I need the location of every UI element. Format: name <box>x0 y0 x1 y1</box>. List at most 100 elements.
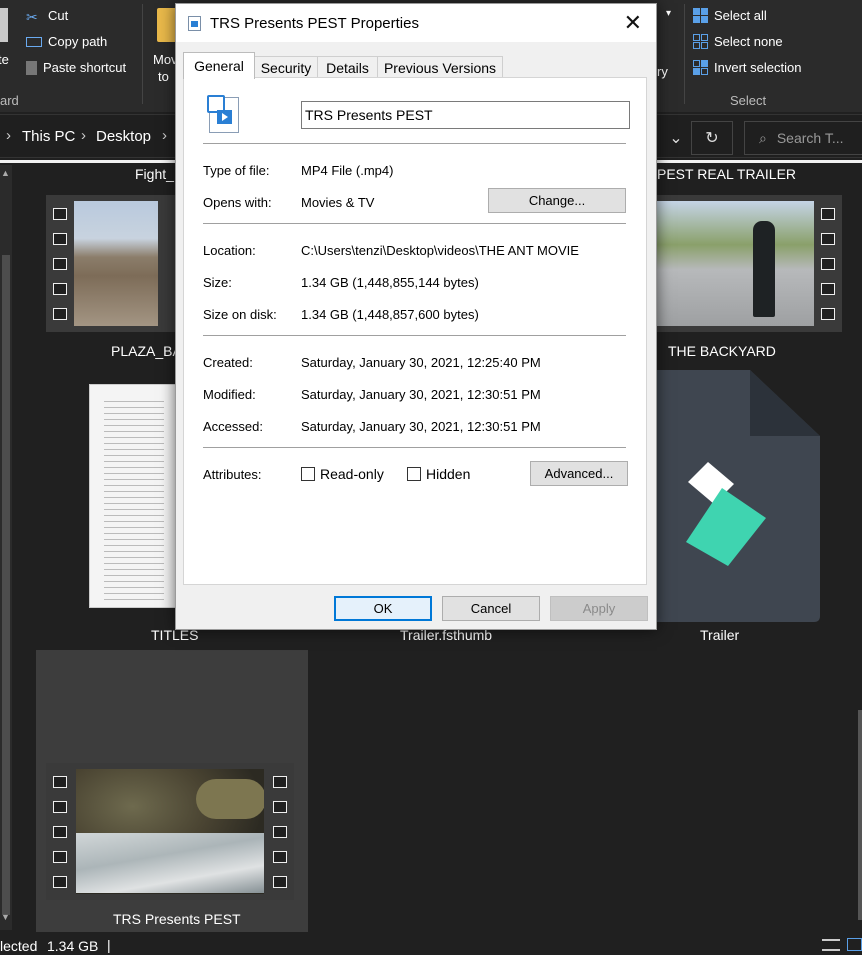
accessed-label: Accessed: <box>203 419 263 434</box>
scissors-icon: ✂ <box>26 8 38 25</box>
file-label-fight: Fight_ <box>135 166 174 182</box>
document-thumbnail-titles[interactable] <box>89 384 179 608</box>
status-size: 1.34 GB <box>47 938 99 954</box>
location-label: Location: <box>203 243 256 258</box>
modified-value: Saturday, January 30, 2021, 12:30:51 PM <box>301 387 541 402</box>
details-view-icon[interactable] <box>822 939 840 951</box>
select-all-label: Select all <box>714 8 767 23</box>
copy-path-button[interactable]: Copy path <box>26 34 107 49</box>
divider <box>203 335 626 336</box>
left-scrollbar[interactable] <box>0 165 12 930</box>
scrollbar-thumb[interactable] <box>2 255 10 915</box>
select-none-button[interactable]: Select none <box>693 34 783 49</box>
move-to-folder-icon <box>157 8 177 42</box>
file-label-trailer: Trailer <box>700 627 740 643</box>
ribbon-divider <box>142 4 143 104</box>
apply-button[interactable]: Apply <box>550 596 648 621</box>
cut-label: Cut <box>48 8 69 23</box>
type-of-file-value: MP4 File (.mp4) <box>301 163 394 178</box>
checkbox-box <box>301 467 315 481</box>
attributes-label: Attributes: <box>203 467 262 482</box>
status-selected-text: lected <box>0 938 38 954</box>
video-file-icon-large <box>207 95 239 133</box>
paste-shortcut-icon <box>26 60 37 75</box>
scroll-down-arrow-icon[interactable]: ▼ <box>1 912 10 922</box>
select-all-button[interactable]: Select all <box>693 8 767 23</box>
move-to-label: Mov <box>153 52 178 67</box>
invert-selection-icon <box>693 60 708 75</box>
search-icon: ⌕ <box>759 129 767 146</box>
move-to-button[interactable]: Mov <box>153 52 178 67</box>
hidden-checkbox[interactable]: Hidden <box>407 466 470 482</box>
film-holes <box>46 763 74 900</box>
film-holes <box>814 195 842 332</box>
file-label-trs-pest: TRS Presents PEST <box>113 911 241 927</box>
opens-with-label: Opens with: <box>203 195 272 210</box>
refresh-icon: ↻ <box>705 130 719 147</box>
advanced-button[interactable]: Advanced... <box>530 461 628 486</box>
paste-button-partial[interactable]: te <box>0 52 9 67</box>
ok-button[interactable]: OK <box>334 596 432 621</box>
close-icon[interactable]: ✕ <box>624 10 642 36</box>
general-panel: Type of file: MP4 File (.mp4) Opens with… <box>183 77 647 585</box>
video-frame-street <box>74 201 158 326</box>
select-none-icon <box>693 34 708 49</box>
file-label-backyard: THE BACKYARD <box>668 343 776 359</box>
type-of-file-label: Type of file: <box>203 163 270 178</box>
file-name-input[interactable] <box>301 101 630 129</box>
size-on-disk-value: 1.34 GB (1,448,857,600 bytes) <box>301 307 479 322</box>
large-icons-view-icon[interactable] <box>847 938 862 951</box>
invert-selection-button[interactable]: Invert selection <box>693 60 801 75</box>
scroll-up-arrow-icon[interactable]: ▲ <box>1 168 10 178</box>
dialog-title: TRS Presents PEST Properties <box>210 15 419 32</box>
film-holes <box>46 195 74 332</box>
video-frame-backyard <box>657 201 814 326</box>
dropdown-arrow-icon[interactable]: ▾ <box>666 8 671 19</box>
tab-previous-versions[interactable]: Previous Versions <box>377 56 503 78</box>
breadcrumb-desktop[interactable]: Desktop <box>96 128 151 145</box>
video-thumbnail-plaza[interactable] <box>46 195 186 332</box>
created-label: Created: <box>203 355 253 370</box>
checkbox-box <box>407 467 421 481</box>
tab-general[interactable]: General <box>183 52 255 79</box>
breadcrumb-this-pc[interactable]: This PC <box>22 128 75 145</box>
chevron-right-icon: › <box>81 127 86 144</box>
paste-shortcut-button[interactable]: Paste shortcut <box>26 60 126 75</box>
cancel-button[interactable]: Cancel <box>442 596 540 621</box>
divider <box>203 447 626 448</box>
change-button[interactable]: Change... <box>488 188 626 213</box>
history-label-partial: ry <box>657 64 668 79</box>
video-file-icon <box>188 16 201 31</box>
size-on-disk-label: Size on disk: <box>203 307 277 322</box>
tab-security[interactable]: Security <box>254 56 318 78</box>
tab-details[interactable]: Details <box>317 56 378 78</box>
read-only-checkbox[interactable]: Read-only <box>301 466 384 482</box>
paste-label-partial: te <box>0 52 9 67</box>
divider <box>203 143 626 144</box>
size-label: Size: <box>203 275 232 290</box>
created-value: Saturday, January 30, 2021, 12:25:40 PM <box>301 355 541 370</box>
video-thumbnail-backyard[interactable] <box>655 195 842 332</box>
accessed-value: Saturday, January 30, 2021, 12:30:51 PM <box>301 419 541 434</box>
video-thumbnail-trs-pest[interactable] <box>46 763 294 900</box>
chevron-right-icon: › <box>6 127 11 144</box>
right-scrollbar-thumb[interactable] <box>858 710 862 920</box>
cut-button[interactable]: ✂ Cut <box>26 8 69 25</box>
invert-selection-label: Invert selection <box>714 60 802 75</box>
file-label-plaza: PLAZA_BA <box>111 343 182 359</box>
film-holes <box>266 763 294 900</box>
dialog-title-bar[interactable]: TRS Presents PEST Properties ✕ <box>176 4 656 42</box>
copy-path-label: Copy path <box>48 34 108 49</box>
refresh-button[interactable]: ↻ <box>691 121 733 155</box>
chevron-right-icon: › <box>162 127 167 144</box>
person-figure <box>753 221 775 317</box>
paste-shortcut-label: Paste shortcut <box>43 60 127 75</box>
clipboard-group-label: ard <box>0 93 19 108</box>
opens-with-value: Movies & TV <box>301 195 375 210</box>
file-label-pest-real-trailer: PEST REAL TRAILER <box>657 166 797 182</box>
search-placeholder: Search T... <box>776 130 844 146</box>
size-value: 1.34 GB (1,448,855,144 bytes) <box>301 275 479 290</box>
ribbon-divider-2 <box>684 4 685 104</box>
properties-dialog: TRS Presents PEST Properties ✕ General S… <box>175 3 657 630</box>
search-input[interactable]: ⌕ Search T... <box>744 121 862 155</box>
